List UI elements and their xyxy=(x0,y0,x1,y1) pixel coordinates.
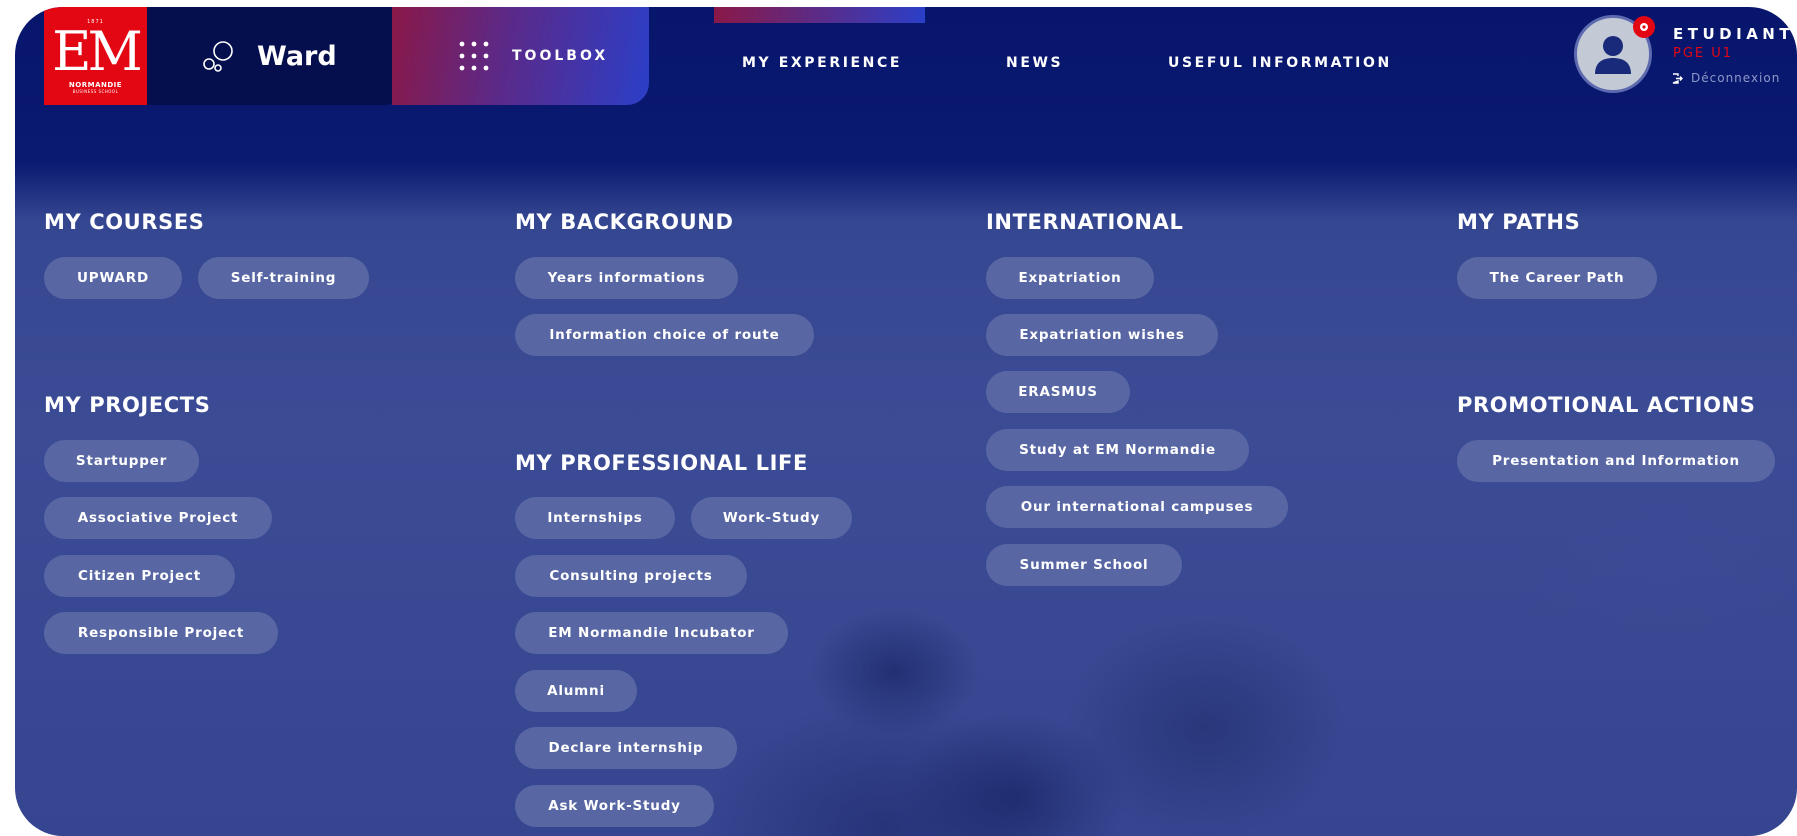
pill-ask-work-study[interactable]: Ask Work-Study xyxy=(515,785,714,827)
pill-years-informations[interactable]: Years informations xyxy=(515,257,738,299)
pill-information-choice-of-route[interactable]: Information choice of route xyxy=(515,314,814,356)
section-title-my-professional-life: MY PROFESSIONAL LIFE xyxy=(515,451,808,475)
logout-link[interactable]: Déconnexion xyxy=(1672,71,1780,85)
pill-em-normandie-incubator[interactable]: EM Normandie Incubator xyxy=(515,612,788,654)
pill-presentation-and-information[interactable]: Presentation and Information xyxy=(1457,440,1775,482)
logo-tagline: BUSINESS SCHOOL xyxy=(72,88,119,94)
logout-label: Déconnexion xyxy=(1691,71,1781,85)
settings-badge[interactable] xyxy=(1633,16,1655,38)
section-title-my-background: MY BACKGROUND xyxy=(515,210,734,234)
pill-internships[interactable]: Internships xyxy=(515,497,675,539)
active-nav-indicator xyxy=(714,7,925,23)
section-title-promotional-actions: PROMOTIONAL ACTIONS xyxy=(1457,393,1756,417)
pill-upward[interactable]: UPWARD xyxy=(44,257,182,299)
tab-toolbox[interactable]: TOOLBOX xyxy=(392,7,649,105)
section-title-my-paths: MY PATHS xyxy=(1457,210,1581,234)
nav-useful-information[interactable]: USEFUL INFORMATION xyxy=(1168,55,1392,71)
pill-alumni[interactable]: Alumni xyxy=(515,670,637,712)
pill-startupper[interactable]: Startupper xyxy=(44,440,199,482)
tab-ward-label: Ward xyxy=(257,40,337,72)
pill-work-study[interactable]: Work-Study xyxy=(691,497,852,539)
tab-ward[interactable]: Ward xyxy=(147,7,407,105)
section-title-my-projects: MY PROJECTS xyxy=(44,393,211,417)
pill-expatriation-wishes[interactable]: Expatriation wishes xyxy=(986,314,1218,356)
nav-my-experience[interactable]: MY EXPERIENCE xyxy=(742,55,902,71)
tab-toolbox-label: TOOLBOX xyxy=(512,48,609,64)
app-window: 1871 EM NORMANDIE BUSINESS SCHOOL Ward T… xyxy=(15,7,1797,836)
grid-dots-icon xyxy=(459,41,489,71)
pill-citizen-project[interactable]: Citizen Project xyxy=(44,555,235,597)
logo-letters: EM xyxy=(52,19,143,83)
nav-news[interactable]: NEWS xyxy=(1006,55,1063,71)
pill-consulting-projects[interactable]: Consulting projects xyxy=(515,555,747,597)
pill-responsible-project[interactable]: Responsible Project xyxy=(44,612,278,654)
logo-name: NORMANDIE xyxy=(68,80,123,89)
pill-self-training[interactable]: Self-training xyxy=(198,257,369,299)
section-title-international: INTERNATIONAL xyxy=(986,210,1184,234)
pill-summer-school[interactable]: Summer School xyxy=(986,544,1182,586)
user-name: ETUDIANT xyxy=(1673,25,1795,43)
em-normandie-logo[interactable]: 1871 EM NORMANDIE BUSINESS SCHOOL xyxy=(44,7,147,105)
pill-declare-internship[interactable]: Declare internship xyxy=(515,727,737,769)
top-navigation-bar: 1871 EM NORMANDIE BUSINESS SCHOOL Ward T… xyxy=(15,7,1797,105)
bubbles-icon xyxy=(203,41,233,72)
user-program: PGE U1 xyxy=(1673,46,1734,61)
pill-our-international-campuses[interactable]: Our international campuses xyxy=(986,486,1288,528)
pill-expatriation[interactable]: Expatriation xyxy=(986,257,1154,299)
pill-the-career-path[interactable]: The Career Path xyxy=(1457,257,1657,299)
pill-erasmus[interactable]: ERASMUS xyxy=(986,371,1130,413)
pill-study-at-em-normandie[interactable]: Study at EM Normandie xyxy=(986,429,1249,471)
gear-icon xyxy=(1640,23,1648,31)
logout-icon xyxy=(1672,72,1683,84)
pill-associative-project[interactable]: Associative Project xyxy=(44,497,272,539)
section-title-my-courses: MY COURSES xyxy=(44,210,205,234)
